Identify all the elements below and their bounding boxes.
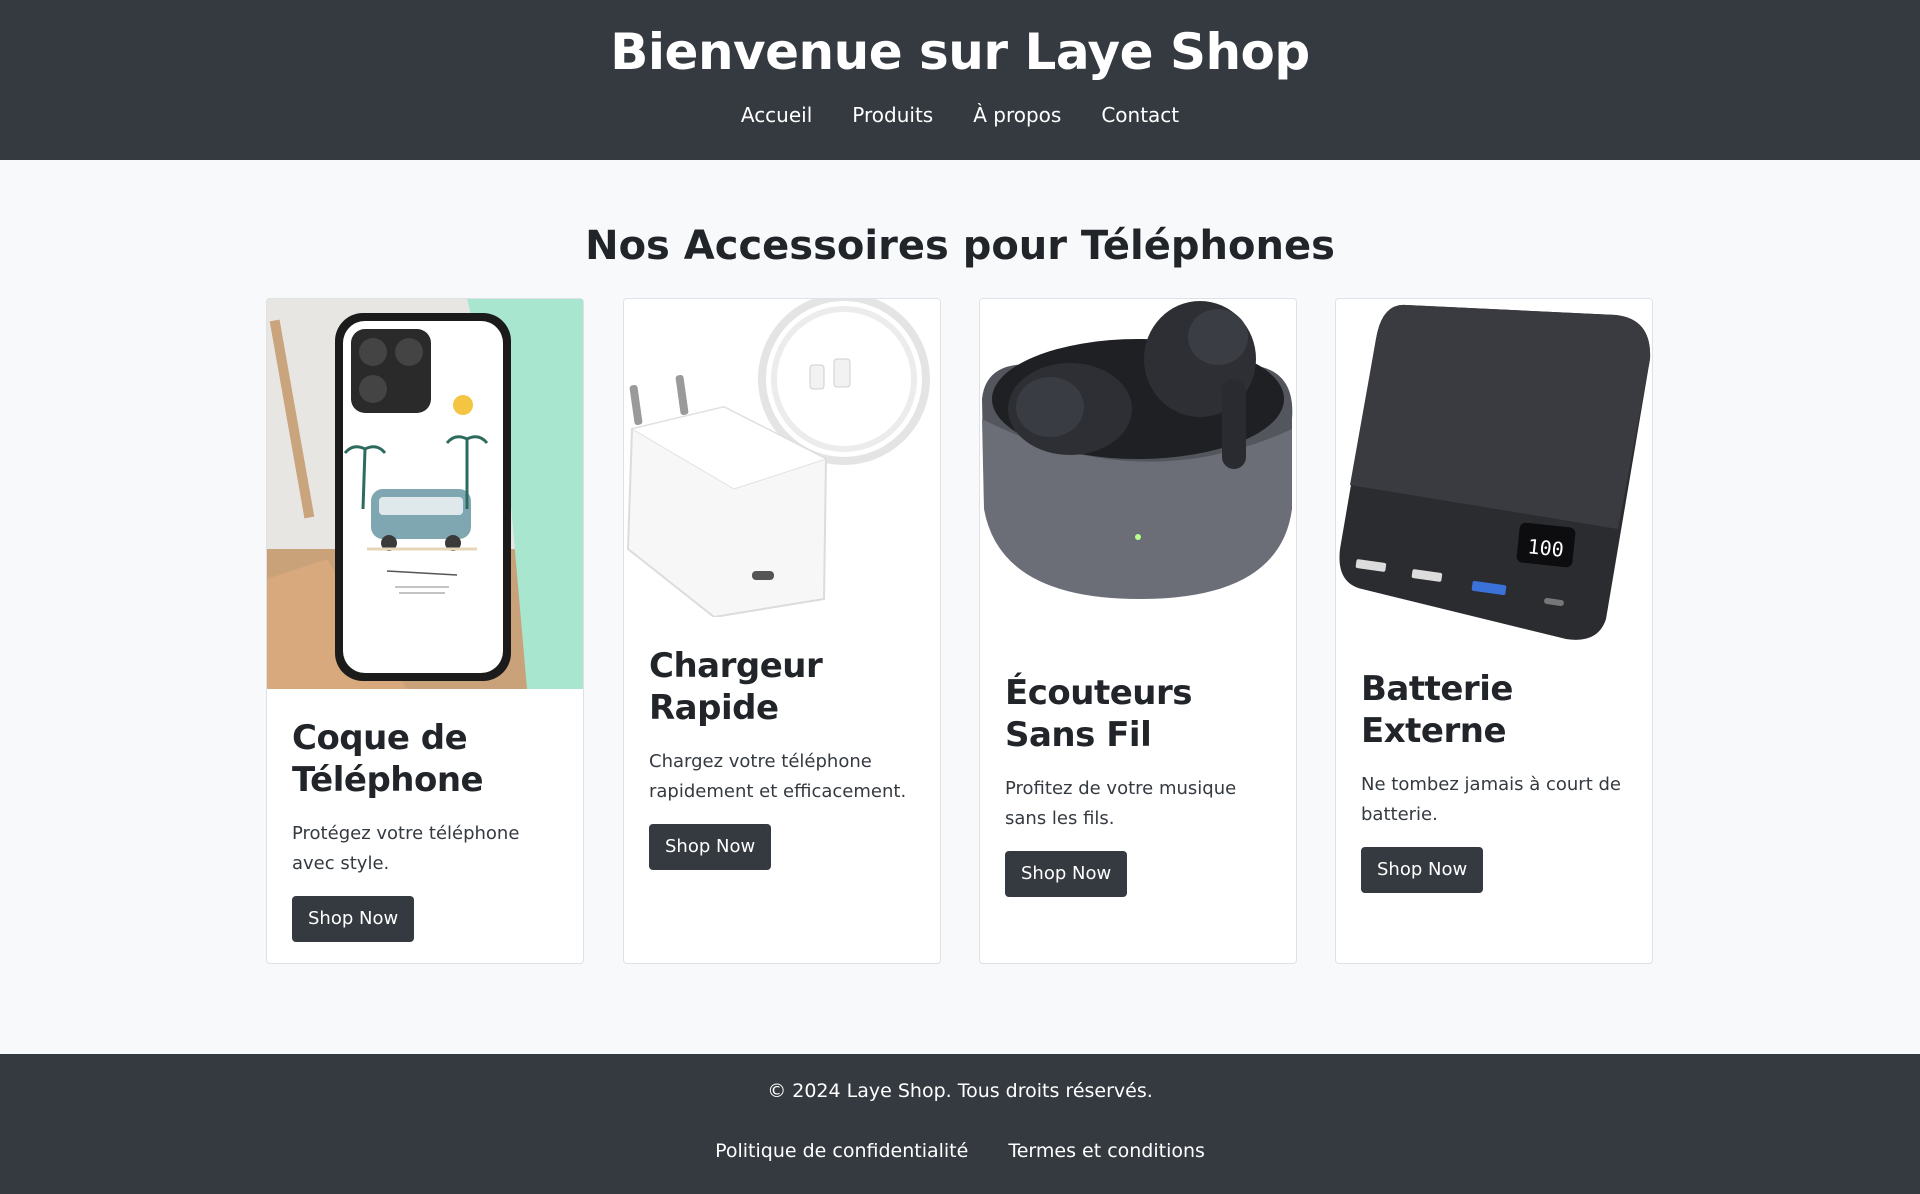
card-body: Chargeur Rapide Chargez votre téléphone … xyxy=(624,617,940,890)
footer-links: Politique de confidentialité Termes et c… xyxy=(0,1136,1920,1166)
product-title: Coque de Téléphone xyxy=(292,718,484,800)
site-title: Bienvenue sur Laye Shop xyxy=(610,23,1310,81)
product-description: Protégez votre téléphone avec style. xyxy=(292,823,520,874)
main-nav: Accueil Produits À propos Contact xyxy=(0,100,1920,130)
copyright-text: © 2024 Laye Shop. Tous droits réservés. xyxy=(767,1080,1153,1102)
card-body: Batterie Externe Ne tombez jamais à cour… xyxy=(1336,640,1652,913)
phone-case-image xyxy=(267,299,583,689)
power-bank-image: 100 xyxy=(1336,299,1652,640)
site-footer: © 2024 Laye Shop. Tous droits réservés. … xyxy=(0,1054,1920,1194)
product-title: Écouteurs Sans Fil xyxy=(1005,673,1192,755)
product-card-coque: Coque de Téléphone Protégez votre téléph… xyxy=(266,298,584,964)
card-body: Écouteurs Sans Fil Profitez de votre mus… xyxy=(980,644,1296,917)
nav-link-a-propos[interactable]: À propos xyxy=(973,100,1061,130)
charger-image xyxy=(624,299,940,617)
earbuds-image xyxy=(980,299,1296,644)
product-card-batterie: 100 Batterie Externe Ne tombez jamais à … xyxy=(1335,298,1653,964)
site-header: Bienvenue sur Laye Shop Accueil Produits… xyxy=(0,0,1920,160)
product-description: Ne tombez jamais à court de batterie. xyxy=(1361,774,1621,825)
shop-now-button[interactable]: Shop Now xyxy=(1005,851,1128,897)
nav-link-contact[interactable]: Contact xyxy=(1101,100,1179,130)
product-grid: Coque de Téléphone Protégez votre téléph… xyxy=(266,298,1655,964)
product-description: Chargez votre téléphone rapidement et ef… xyxy=(649,751,907,802)
nav-link-produits[interactable]: Produits xyxy=(852,100,933,130)
section-title: Nos Accessoires pour Téléphones xyxy=(585,223,1335,269)
terms-link[interactable]: Termes et conditions xyxy=(1008,1136,1205,1166)
product-card-chargeur: Chargeur Rapide Chargez votre téléphone … xyxy=(623,298,941,964)
shop-now-button[interactable]: Shop Now xyxy=(649,824,772,870)
product-title: Batterie Externe xyxy=(1361,669,1513,751)
svg-text:100: 100 xyxy=(1527,534,1565,562)
product-card-ecouteurs: Écouteurs Sans Fil Profitez de votre mus… xyxy=(979,298,1297,964)
product-description: Profitez de votre musique sans les fils. xyxy=(1005,778,1237,829)
shop-now-button[interactable]: Shop Now xyxy=(1361,847,1484,893)
product-title: Chargeur Rapide xyxy=(649,646,823,728)
privacy-policy-link[interactable]: Politique de confidentialité xyxy=(715,1136,968,1166)
shop-now-button[interactable]: Shop Now xyxy=(292,896,415,942)
card-body: Coque de Téléphone Protégez votre téléph… xyxy=(267,689,583,962)
nav-link-accueil[interactable]: Accueil xyxy=(741,100,812,130)
